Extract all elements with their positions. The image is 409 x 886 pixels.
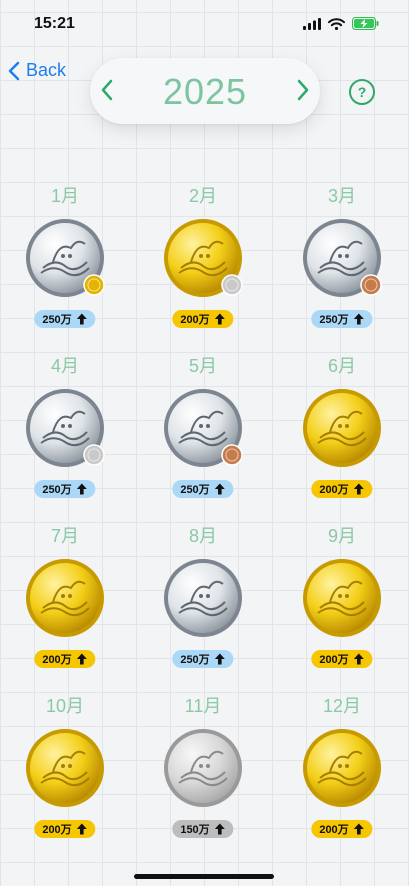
month-cell[interactable]: 9月 200万 — [282, 522, 402, 672]
amount-label: 200万 — [319, 484, 349, 496]
arrow-up-icon — [77, 313, 88, 325]
gold-coin-icon — [25, 728, 105, 808]
month-cell[interactable]: 1月 250万 — [5, 182, 125, 332]
gold-coin-icon — [302, 558, 382, 638]
amount-badge: 200万 — [172, 310, 234, 328]
arrow-up-icon — [215, 653, 226, 665]
amount-badge: 250万 — [172, 480, 234, 498]
signal-icon — [303, 17, 321, 30]
arrow-up-icon — [215, 483, 226, 495]
month-label: 5月 — [188, 356, 217, 376]
amount-badge: 250万 — [311, 310, 373, 328]
amount-label: 200万 — [180, 314, 210, 326]
month-cell[interactable]: 7月 200万 — [5, 522, 125, 672]
month-cell[interactable]: 10月 200万 — [5, 692, 125, 842]
platinum-coin-icon — [25, 388, 105, 468]
amount-label: 200万 — [42, 654, 72, 666]
status-time: 15:21 — [34, 15, 75, 32]
month-cell[interactable]: 11月 150万 — [143, 692, 263, 842]
month-label: 12月 — [322, 696, 362, 716]
platinum-coin-icon — [25, 218, 105, 298]
month-label: 11月 — [184, 696, 222, 716]
amount-badge: 250万 — [172, 650, 234, 668]
arrow-up-icon — [354, 313, 365, 325]
arrow-up-icon — [354, 823, 365, 835]
arrow-up-icon — [215, 313, 226, 325]
amount-label: 250万 — [319, 314, 349, 326]
home-indicator — [134, 874, 274, 879]
amount-label: 250万 — [42, 314, 72, 326]
month-label: 4月 — [50, 356, 79, 376]
year-selector: 2025 — [90, 58, 320, 124]
amount-label: 250万 — [180, 484, 210, 496]
gold-coin-icon — [302, 388, 382, 468]
month-label: 9月 — [327, 526, 356, 546]
platinum-coin-icon — [302, 218, 382, 298]
status-icons — [303, 17, 379, 30]
arrow-up-icon — [354, 483, 365, 495]
month-label: 10月 — [45, 696, 85, 716]
gold-coin-icon — [25, 558, 105, 638]
arrow-up-icon — [77, 483, 88, 495]
amount-badge: 200万 — [34, 650, 96, 668]
amount-badge: 200万 — [311, 820, 373, 838]
arrow-up-icon — [215, 823, 226, 835]
wifi-icon — [328, 17, 345, 30]
amount-badge: 200万 — [311, 650, 373, 668]
help-button[interactable]: ? — [349, 79, 375, 105]
year-label: 2025 — [162, 71, 248, 112]
amount-label: 150万 — [180, 824, 210, 836]
amount-label: 250万 — [42, 484, 72, 496]
amount-badge: 150万 — [172, 820, 234, 838]
platinum-coin-icon — [163, 388, 243, 468]
arrow-up-icon — [77, 823, 88, 835]
amount-badge: 200万 — [311, 480, 373, 498]
month-label: 6月 — [327, 356, 356, 376]
battery-charging-icon — [352, 17, 379, 30]
amount-badge: 200万 — [34, 820, 96, 838]
amount-label: 200万 — [319, 654, 349, 666]
gold-coin-icon — [302, 728, 382, 808]
month-label: 1月 — [50, 186, 79, 206]
chevron-left-icon — [8, 61, 20, 80]
amount-label: 250万 — [180, 654, 210, 666]
gold-coin-icon — [163, 218, 243, 298]
platinum-coin-icon — [163, 558, 243, 638]
next-year-button[interactable] — [296, 78, 310, 102]
back-button[interactable]: Back — [8, 60, 66, 81]
month-label: 8月 — [188, 526, 217, 546]
silver-coin-icon — [163, 728, 243, 808]
month-cell[interactable]: 2月 200万 — [143, 182, 263, 332]
amount-label: 200万 — [42, 824, 72, 836]
back-label: Back — [26, 60, 67, 80]
month-label: 2月 — [188, 186, 217, 206]
arrow-up-icon — [354, 653, 365, 665]
month-cell[interactable]: 4月 250万 — [5, 352, 125, 502]
arrow-up-icon — [77, 653, 88, 665]
month-cell[interactable]: 8月 250万 — [143, 522, 263, 672]
month-label: 7月 — [50, 526, 79, 546]
month-label: 3月 — [327, 186, 356, 206]
status-bar: 15:21 — [0, 0, 409, 44]
amount-badge: 250万 — [34, 310, 96, 328]
month-cell[interactable]: 5月 250万 — [143, 352, 263, 502]
month-cell[interactable]: 6月 200万 — [282, 352, 402, 502]
amount-badge: 250万 — [34, 480, 96, 498]
month-cell[interactable]: 12月 200万 — [282, 692, 402, 842]
amount-label: 200万 — [319, 824, 349, 836]
month-cell[interactable]: 3月 250万 — [282, 182, 402, 332]
